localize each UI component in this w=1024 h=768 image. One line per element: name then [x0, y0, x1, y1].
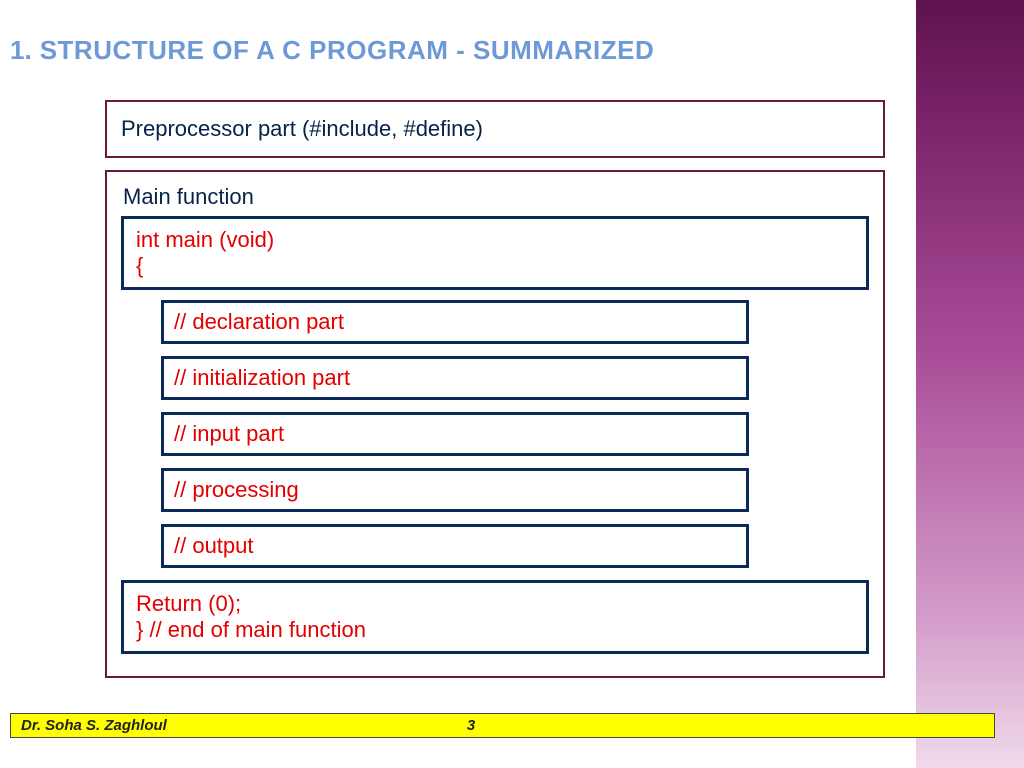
preprocessor-label: Preprocessor part (#include, #define) — [121, 116, 483, 141]
part-initialization: // initialization part — [161, 356, 749, 400]
main-close-line2: } // end of main function — [136, 617, 854, 643]
title-text: STRUCTURE OF A C PROGRAM - SUMMARIZED — [40, 35, 655, 66]
part-output: // output — [161, 524, 749, 568]
main-close-box: Return (0); } // end of main function — [121, 580, 869, 654]
slide-title: 1. STRUCTURE OF A C PROGRAM - SUMMARIZED — [10, 35, 654, 66]
decorative-side-strip — [914, 0, 1024, 768]
preprocessor-box: Preprocessor part (#include, #define) — [105, 100, 885, 158]
main-parts-stack: // declaration part // initialization pa… — [161, 300, 749, 568]
footer-bar: Dr. Soha S. Zaghloul 3 — [10, 713, 995, 738]
main-function-label: Main function — [123, 184, 869, 210]
part-declaration: // declaration part — [161, 300, 749, 344]
main-open-box: int main (void) { — [121, 216, 869, 290]
part-input: // input part — [161, 412, 749, 456]
content-area: Preprocessor part (#include, #define) Ma… — [105, 100, 885, 690]
main-function-box: Main function int main (void) { // decla… — [105, 170, 885, 678]
footer-page-number: 3 — [467, 717, 475, 734]
title-number: 1. — [10, 35, 32, 66]
main-open-line1: int main (void) — [136, 227, 274, 252]
footer-author: Dr. Soha S. Zaghloul — [21, 717, 167, 734]
main-open-line2: { — [136, 253, 854, 279]
main-close-line1: Return (0); — [136, 591, 241, 616]
part-processing: // processing — [161, 468, 749, 512]
